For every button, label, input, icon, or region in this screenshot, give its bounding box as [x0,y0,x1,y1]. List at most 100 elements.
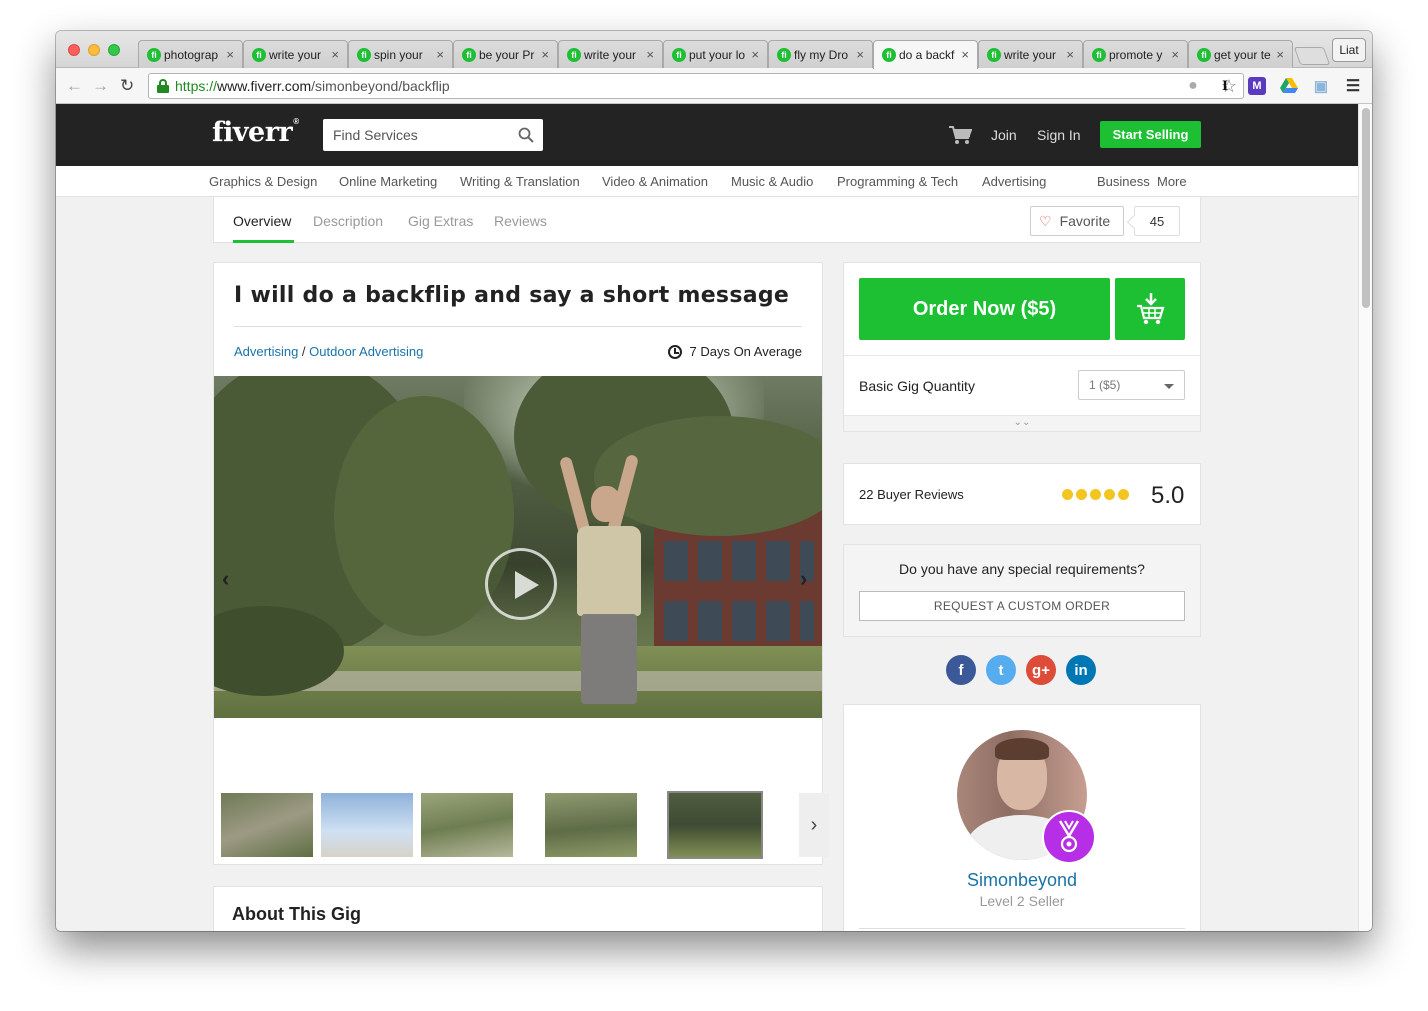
browser-tab[interactable]: fi be your Pr × [453,40,558,68]
gig-card: I will do a backflip and say a short mes… [213,262,829,865]
join-link[interactable]: Join [991,127,1017,143]
browser-tab[interactable]: fi get your te × [1188,40,1293,68]
browser-tab[interactable]: fi fly my Dro × [768,40,873,68]
category-link[interactable]: Graphics & Design [209,174,317,189]
thumbnail-selected[interactable] [667,791,763,859]
googleplus-icon[interactable]: g+ [1026,655,1056,685]
breadcrumb-separator: / [298,344,310,359]
next-media-arrow[interactable]: › [800,566,807,592]
breadcrumb-subcategory-link[interactable]: Outdoor Advertising [309,344,423,359]
favorite-button[interactable]: ♡ Favorite [1030,206,1124,236]
tab-overview[interactable]: Overview [233,213,291,229]
tab-gig-extras[interactable]: Gig Extras [408,213,473,229]
browser-tab[interactable]: fi photograp × [138,40,243,68]
close-window-button[interactable] [68,44,80,56]
browser-tab[interactable]: fi write your × [243,40,348,68]
expand-options-icon[interactable]: ⌄⌄ [844,415,1200,431]
thumbnail[interactable] [221,793,313,857]
browser-tab-active[interactable]: fi do a backf × [873,40,978,69]
tab-reviews[interactable]: Reviews [494,213,547,229]
sign-in-link[interactable]: Sign In [1037,127,1081,143]
tab-title: be your Pr [479,47,535,62]
divider [844,355,1200,356]
order-card: Order Now ($5) Basic Gig Quantity 1 ($5) [843,262,1201,432]
browser-tab[interactable]: fi write your × [978,40,1083,68]
category-link[interactable]: Programming & Tech [837,174,958,189]
quantity-select[interactable]: 1 ($5) [1078,370,1185,400]
category-link[interactable]: Online Marketing [339,174,437,189]
order-now-button[interactable]: Order Now ($5) [859,278,1110,340]
site-header: fiverr® Join Sign In Start Selling [56,104,1358,166]
tab-strip: fi photograp × fi write your × fi spin your × fi b… [56,31,1372,69]
evernote-icon[interactable]: ● [1184,77,1202,95]
fiverr-favicon-icon: fi [357,47,371,62]
close-tab-icon[interactable]: × [856,47,864,62]
close-tab-icon[interactable]: × [436,47,444,62]
close-tab-icon[interactable]: × [1276,47,1284,62]
quantity-value: 1 ($5) [1089,378,1121,392]
clock-icon [667,344,682,359]
zoom-window-button[interactable] [108,44,120,56]
category-link[interactable]: Video & Animation [602,174,708,189]
reload-icon[interactable]: ↻ [120,76,134,96]
tab-description[interactable]: Description [313,213,383,229]
add-to-cart-button[interactable] [1115,278,1185,340]
close-tab-icon[interactable]: × [961,47,969,62]
address-bar[interactable]: https://www.fiverr.com/simonbeyond/backf… [148,73,1244,99]
seller-level: Level 2 Seller [979,893,1065,909]
twitter-icon[interactable]: t [986,655,1016,685]
fiverr-favicon-icon: fi [252,47,266,62]
thumbnail[interactable] [321,793,413,857]
browser-tab[interactable]: fi write your × [558,40,663,68]
previous-media-arrow[interactable]: ‹ [222,566,229,592]
star-icon [1076,489,1087,500]
close-tab-icon[interactable]: × [331,47,339,62]
request-custom-order-button[interactable]: REQUEST A CUSTOM ORDER [859,591,1185,621]
page-scrollbar[interactable] [1358,104,1372,931]
gig-video[interactable]: ‹ › [214,376,822,718]
profile-button[interactable]: Liat [1332,38,1366,62]
quantity-label: Basic Gig Quantity [859,378,975,394]
back-icon[interactable]: ← [66,76,83,96]
thumbnail[interactable] [421,793,513,857]
category-link[interactable]: Writing & Translation [460,174,580,189]
category-link[interactable]: Music & Audio [731,174,813,189]
search-icon[interactable] [518,127,534,143]
close-tab-icon[interactable]: × [751,47,759,62]
fiverr-logo[interactable]: fiverr® [212,117,299,148]
close-tab-icon[interactable]: × [646,47,654,62]
browser-tab[interactable]: fi spin your × [348,40,453,68]
minimize-window-button[interactable] [88,44,100,56]
category-link[interactable]: More [1157,174,1187,189]
forward-icon[interactable]: → [92,76,109,96]
start-selling-button[interactable]: Start Selling [1100,121,1201,148]
thumbnails-next-icon[interactable]: › [799,793,829,857]
cart-icon[interactable] [948,125,972,145]
tab-title: get your te [1214,47,1271,62]
category-link[interactable]: Advertising [982,174,1046,189]
play-button[interactable] [485,548,557,620]
screenshot-icon[interactable]: ▣ [1312,77,1330,95]
category-link[interactable]: Business [1097,174,1150,189]
search-input[interactable] [323,119,513,151]
close-tab-icon[interactable]: × [1066,47,1074,62]
tab-title: photograp [164,47,219,62]
linkedin-icon[interactable]: in [1066,655,1096,685]
breadcrumb-category-link[interactable]: Advertising [234,344,298,359]
browser-tab[interactable]: fi promote y × [1083,40,1188,68]
thumbnail[interactable] [545,793,637,857]
momentum-icon[interactable]: M [1248,77,1266,95]
browser-tab[interactable]: fi put your lo × [663,40,768,68]
close-tab-icon[interactable]: × [541,47,549,62]
tab-title: write your [584,47,637,62]
instapaper-icon[interactable]: I [1216,77,1234,95]
menu-icon[interactable]: ☰ [1344,77,1362,95]
new-tab-button[interactable] [1293,47,1331,65]
buyer-reviews-link[interactable]: 22 Buyer Reviews [859,487,964,502]
close-tab-icon[interactable]: × [1171,47,1179,62]
scrollbar-thumb[interactable] [1362,108,1370,308]
drive-icon[interactable] [1280,77,1298,95]
close-tab-icon[interactable]: × [226,47,234,62]
facebook-icon[interactable]: f [946,655,976,685]
seller-name-link[interactable]: Simonbeyond [844,870,1200,891]
